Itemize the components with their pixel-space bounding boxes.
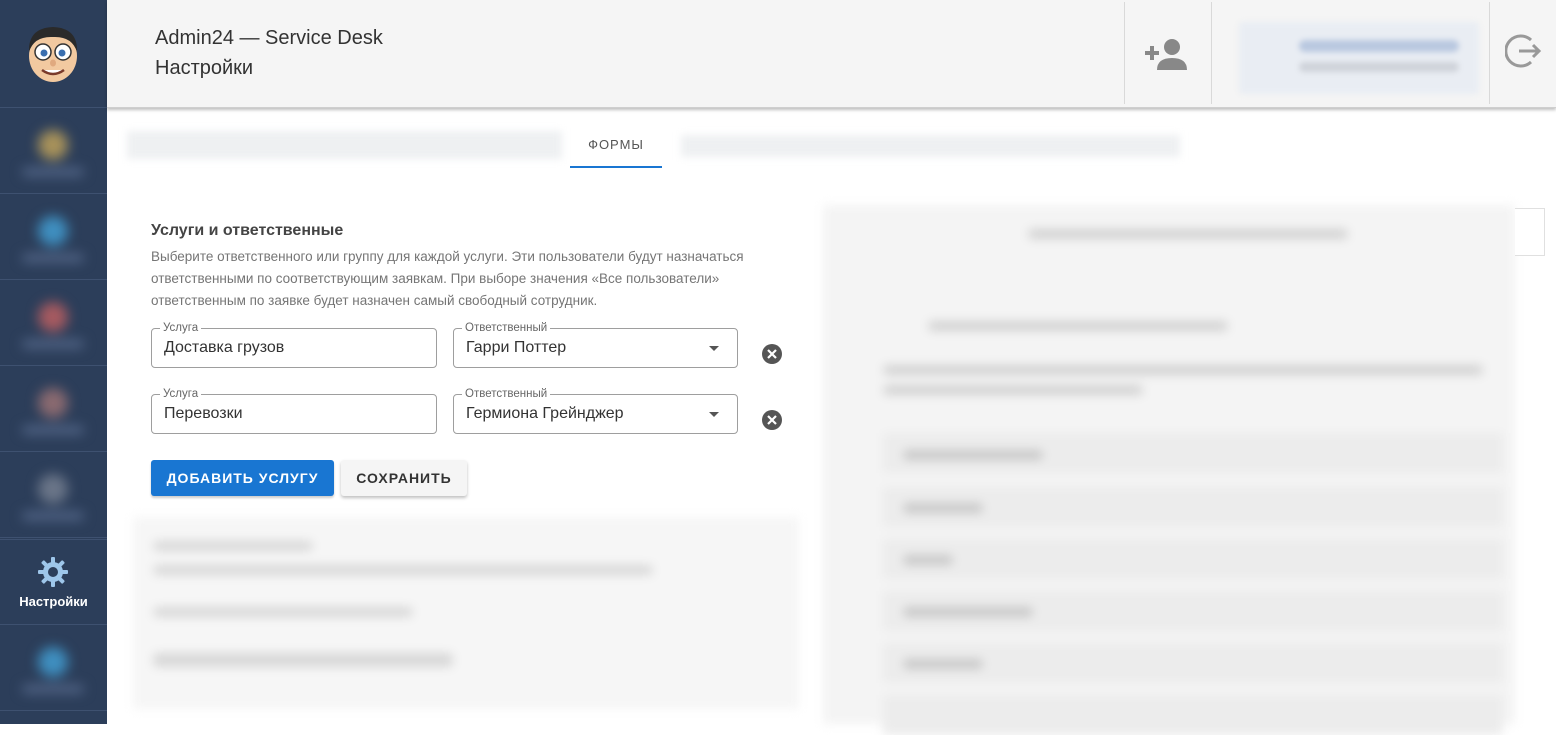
sidebar: Настройки [0, 0, 107, 724]
tab-label: ФОРМЫ [588, 137, 644, 152]
header-divider [1124, 2, 1125, 104]
header-divider [1489, 2, 1490, 104]
logo[interactable] [0, 0, 107, 108]
service-field[interactable]: Услуга Перевозки [151, 387, 437, 434]
user-profile[interactable] [1239, 22, 1479, 94]
tabs-group-left[interactable] [127, 131, 562, 159]
field-label: Ответственный [462, 387, 551, 401]
caret-down-icon [709, 346, 719, 351]
gear-icon [38, 557, 68, 587]
field-value: Гермиона Грейнджер [466, 405, 624, 422]
section-description: Выберите ответственного или группу для к… [151, 249, 744, 308]
tab-indicator [570, 166, 662, 168]
field-label: Ответственный [462, 321, 551, 335]
tab-forms[interactable]: ФОРМЫ [570, 128, 662, 168]
add-service-button[interactable]: ДОБАВИТЬ УСЛУГУ [151, 460, 334, 496]
field-label: Услуга [160, 387, 202, 401]
sidebar-item-label: Настройки [19, 594, 88, 609]
sidebar-item-3[interactable] [0, 280, 107, 366]
page-title: Настройки [155, 57, 254, 79]
section-title: Услуги и ответственные [151, 222, 344, 239]
add-user-icon[interactable] [1143, 36, 1191, 72]
owner-select[interactable]: Ответственный Гарри Поттер [453, 321, 738, 368]
sidebar-item-7[interactable] [0, 625, 107, 711]
field-value: Перевозки [164, 405, 243, 422]
field-value: Гарри Поттер [466, 339, 567, 356]
preview-panel [823, 205, 1515, 735]
sidebar-item-5[interactable] [0, 452, 107, 538]
sidebar-item-settings[interactable]: Настройки [0, 539, 107, 625]
header: Admin24 — Service Desk Настройки [107, 0, 1556, 108]
close-circle-icon[interactable] [761, 409, 783, 431]
save-button[interactable]: СОХРАНИТЬ [341, 460, 467, 496]
blurred-section [133, 517, 799, 709]
field-label: Услуга [160, 321, 202, 335]
owner-select[interactable]: Ответственный Гермиона Грейнджер [453, 387, 738, 434]
close-circle-icon[interactable] [761, 343, 783, 365]
app-title: Admin24 — Service Desk [155, 27, 383, 49]
tabs-group-right[interactable] [681, 135, 1180, 157]
service-field[interactable]: Услуга Доставка грузов [151, 321, 437, 368]
logout-icon[interactable] [1505, 32, 1543, 70]
sidebar-item-4[interactable] [0, 366, 107, 452]
cartoon-face-logo-icon [28, 27, 78, 82]
sidebar-item-1[interactable] [0, 108, 107, 194]
header-divider [1211, 2, 1212, 104]
sidebar-item-2[interactable] [0, 194, 107, 280]
caret-down-icon [709, 412, 719, 417]
panel-edge [1515, 208, 1545, 256]
field-value: Доставка грузов [164, 339, 285, 356]
